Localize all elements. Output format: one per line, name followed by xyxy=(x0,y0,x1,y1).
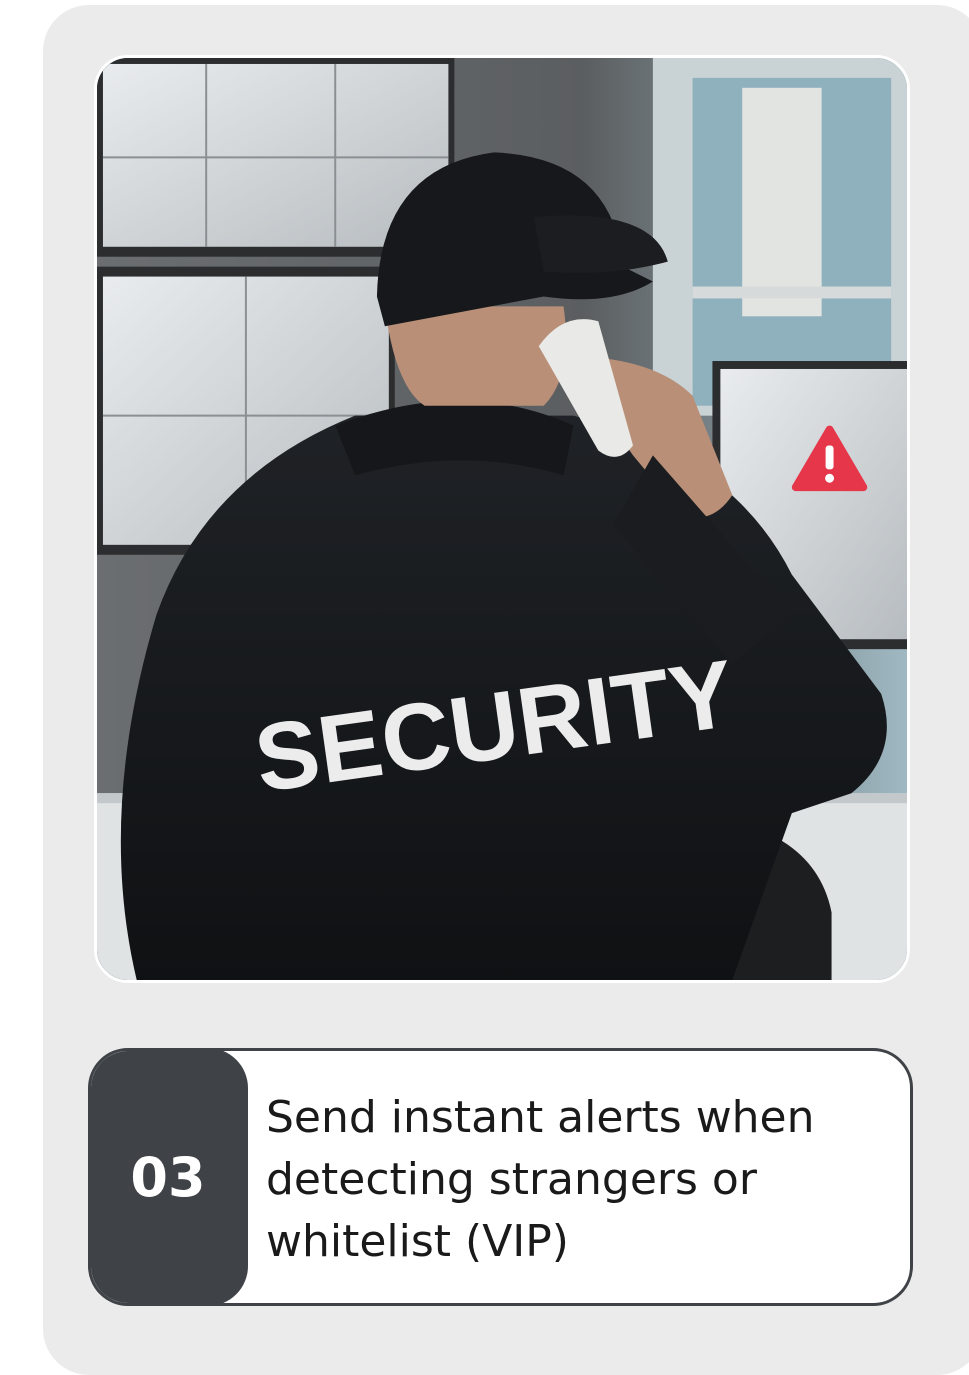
step-number: 03 xyxy=(130,1145,206,1209)
step-caption: 03 Send instant alerts when detecting st… xyxy=(88,1048,913,1306)
security-guard-illustration: SECURITY xyxy=(97,58,907,980)
security-photo: SECURITY xyxy=(94,55,910,983)
step-description: Send instant alerts when detecting stran… xyxy=(266,1092,815,1267)
step-badge: 03 xyxy=(91,1051,248,1303)
